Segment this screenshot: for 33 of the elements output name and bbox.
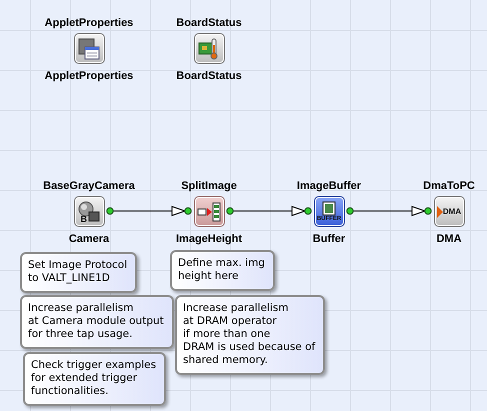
port-dot[interactable] bbox=[304, 207, 312, 215]
node-title: SplitImage bbox=[181, 179, 237, 193]
operator-button[interactable]: DMA bbox=[434, 196, 464, 227]
node-caption: BoardStatus bbox=[176, 69, 242, 83]
node-caption: Buffer bbox=[312, 232, 346, 246]
icon-letter: B bbox=[80, 215, 87, 224]
port-dot[interactable] bbox=[346, 207, 354, 215]
port-dot[interactable] bbox=[226, 207, 234, 215]
operator-button[interactable] bbox=[194, 33, 224, 64]
comment-note: Define max. img height here bbox=[170, 250, 275, 291]
node-caption: DMA bbox=[436, 232, 462, 246]
operator-button[interactable]: B bbox=[74, 196, 104, 227]
split-image-icon bbox=[197, 202, 221, 222]
comment-note: Increase parallelism at Camera module output for three tap usage. bbox=[20, 295, 174, 349]
operator-button[interactable] bbox=[194, 196, 224, 227]
node-caption: AppletProperties bbox=[44, 69, 134, 83]
node-title: BoardStatus bbox=[176, 16, 242, 30]
port-dot[interactable] bbox=[106, 207, 114, 215]
node-title: BaseGrayCamera bbox=[43, 179, 135, 193]
node-title: ImageBuffer bbox=[296, 179, 362, 193]
node-title: AppletProperties bbox=[44, 16, 134, 30]
icon-label: DMA bbox=[442, 207, 462, 216]
comment-note: Set Image Protocol to VALT_LINE1D bbox=[20, 252, 138, 293]
camera-sphere-icon bbox=[77, 200, 101, 224]
operator-button[interactable] bbox=[74, 33, 104, 64]
node-caption: Camera bbox=[68, 232, 110, 246]
node-title: DmaToPC bbox=[423, 179, 475, 193]
port-dot[interactable] bbox=[184, 207, 192, 215]
comment-note: Increase parallelism at DRAM operator if more than one DRAM is used because of shared memory. bbox=[175, 295, 326, 375]
node-caption: ImageHeight bbox=[176, 232, 242, 246]
arrow-icon bbox=[436, 206, 443, 218]
comment-note: Check trigger examples for extended trigger functionalities. bbox=[23, 352, 166, 406]
port-dot[interactable] bbox=[424, 207, 432, 215]
